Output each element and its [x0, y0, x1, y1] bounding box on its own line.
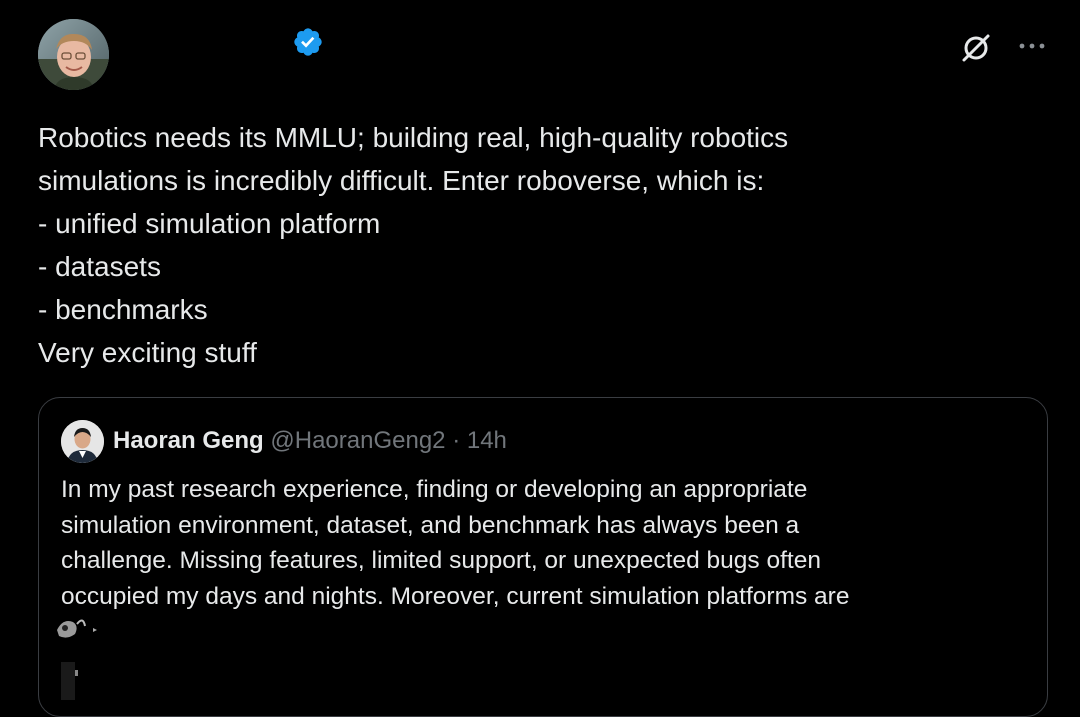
tweet-text-line: simulations is incredibly difficult. Ent… [38, 165, 765, 196]
quoted-text-line: In my past research experience, finding … [61, 476, 808, 503]
quoted-tweet-card[interactable]: Haoran Geng @HaoranGeng2 · 14h In my pas… [38, 397, 1048, 717]
quoted-text-line: simulation environment, dataset, and ben… [61, 511, 800, 539]
tweet-text-line: Very exciting stuff [38, 337, 257, 368]
more-options-icon[interactable] [1014, 36, 1050, 56]
tweet-text-line: - benchmarks [38, 294, 208, 325]
tweet[interactable]: Robotics needs its MMLU; building real, … [0, 0, 1080, 717]
grok-icon[interactable] [958, 30, 994, 66]
quoted-author-handle[interactable]: @HaoranGeng2 [270, 427, 445, 454]
quoted-author-avatar[interactable] [61, 420, 104, 463]
quoted-tweet-time[interactable]: 14h [467, 427, 507, 454]
tweet-text: Robotics needs its MMLU; building real, … [38, 116, 1048, 374]
tweet-text-line: Robotics needs its MMLU; building real, … [38, 122, 789, 153]
tweet-text-line: - unified simulation platform [38, 208, 381, 239]
quoted-author-name[interactable]: Haoran Geng [113, 427, 264, 454]
quoted-tweet-text: In my past research experience, finding … [61, 472, 1021, 614]
quoted-media-thumbnail[interactable] [53, 610, 103, 700]
verified-badge-icon [292, 26, 324, 58]
quoted-tweet-header: Haoran Geng @HaoranGeng2 · 14h [113, 425, 507, 457]
author-avatar[interactable] [38, 19, 109, 90]
tweet-text-line: - datasets [38, 251, 161, 282]
quoted-text-line: challenge. Missing features, limited sup… [61, 547, 821, 574]
header-separator: · [452, 427, 461, 454]
quoted-text-line: occupied my days and nights. Moreover, c… [61, 582, 850, 610]
